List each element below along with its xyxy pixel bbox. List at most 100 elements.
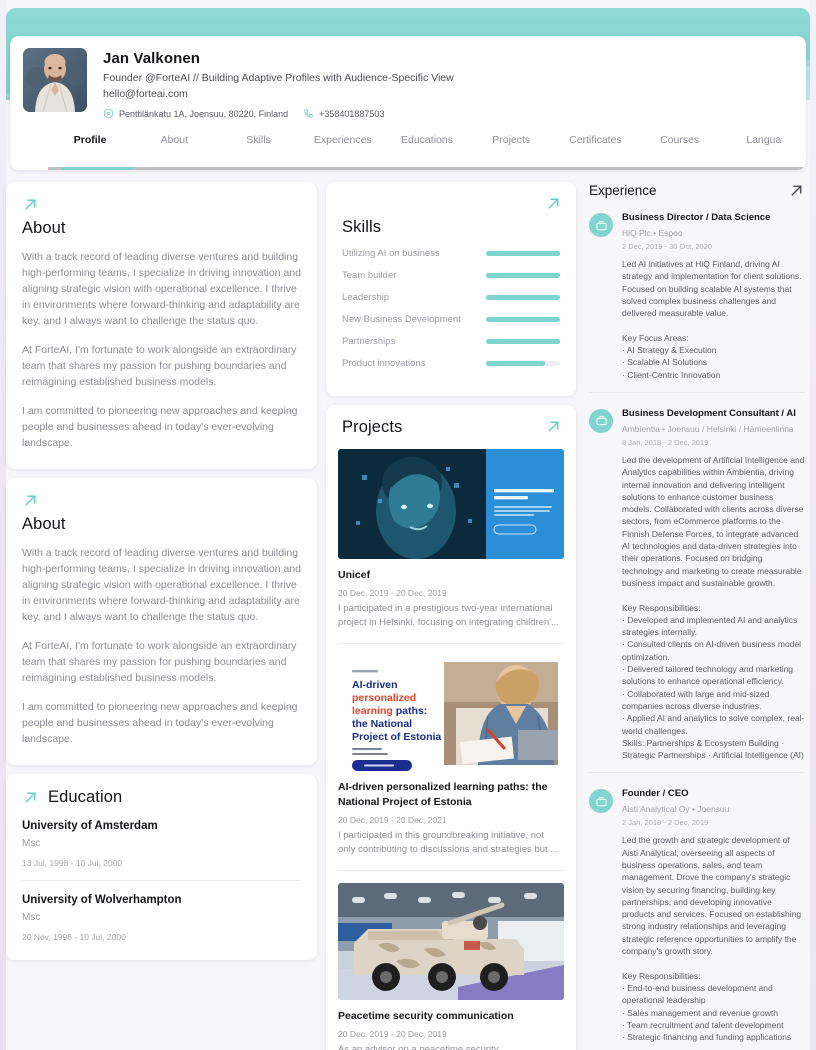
divider: [589, 772, 805, 774]
about-paragraph: At ForteAI, I'm fortunate to work alongs…: [22, 640, 297, 684]
education-degree: Msc: [22, 838, 41, 849]
tab-certificates[interactable]: Certificates: [553, 134, 637, 155]
divider: [589, 391, 805, 393]
project-title: Unicef: [338, 569, 371, 581]
experience-item[interactable]: Business Development Consultant / AI Ambi…: [585, 403, 807, 761]
tab-langua[interactable]: Langua: [722, 134, 806, 155]
skill-level-bar: [486, 361, 560, 366]
skill-level-fill: [486, 251, 560, 256]
skill-name: Utilizing AI on business: [342, 248, 440, 259]
education-date: 20 Nov, 1996 - 10 Jul, 2000: [22, 932, 126, 942]
education-degree: Msc: [22, 912, 41, 923]
profile-header-card: Jan Valkonen Founder @ForteAI // Buildin…: [10, 36, 806, 170]
briefcase-icon: [589, 408, 613, 433]
skill-name: Team builder: [342, 270, 397, 281]
svg-text:the National: the National: [352, 718, 412, 730]
about-paragraph: I am committed to pioneering new approac…: [22, 701, 298, 745]
skill-level-fill: [486, 339, 560, 344]
skill-level-fill: [486, 361, 546, 366]
project-date: 20 Dec, 2019 - 20 Dec, 2019: [338, 588, 447, 598]
skill-level-bar: [486, 339, 560, 344]
about-paragraph: With a track record of leading diverse v…: [22, 251, 301, 327]
experience-scroll-area[interactable]: Experience Business Director / Data Scie…: [585, 182, 807, 1044]
skill-level-bar: [486, 317, 560, 322]
experience-date: 8 Jan, 2018 - 2 Dec, 2019: [622, 437, 709, 447]
svg-text:Project of Estonia: Project of Estonia: [352, 731, 441, 743]
project-item[interactable]: AI-driven personalized learning paths: t…: [338, 656, 564, 857]
projects-title: Projects: [342, 418, 403, 436]
skill-name: Leadership: [342, 292, 390, 303]
skill-name: Partnerships: [342, 336, 396, 347]
arrow-up-right-icon[interactable]: [788, 182, 805, 199]
arrow-up-right-icon[interactable]: [22, 789, 39, 806]
arrow-up-right-icon[interactable]: [22, 492, 39, 509]
experience-item[interactable]: Business Director / Data Science HiQ Plc …: [585, 207, 807, 381]
column-right: Experience Business Director / Data Scie…: [585, 182, 807, 1050]
active-tab-indicator: [62, 167, 133, 170]
tab-about[interactable]: About: [132, 134, 216, 155]
skills-list: Utilizing AI on business Team builder Lead…: [342, 248, 560, 369]
skill-level-bar: [486, 295, 560, 300]
column-left: About With a track record of leading div…: [6, 182, 317, 1050]
project-title: Peacetime security communication: [338, 1010, 514, 1022]
skill-level-bar: [486, 273, 560, 278]
about-paragraph: I am committed to pioneering new approac…: [22, 405, 298, 449]
project-description: I participated in a prestigious two-year…: [338, 603, 559, 628]
project-item[interactable]: Peacetime security communication 20 Dec,…: [338, 883, 564, 1050]
projects-card: Projects Unicef 20 Dec, 2019 - 20 Dec, 2…: [326, 405, 576, 1050]
briefcase-icon: [589, 789, 613, 814]
experience-date: 2 Jan, 2018 - 2 Dec, 2019: [622, 818, 709, 828]
about-paragraph: With a track record of leading diverse v…: [22, 547, 301, 623]
armored-vehicle-expo-photo: [338, 883, 564, 1000]
tab-experiences[interactable]: Experiences: [301, 134, 385, 155]
svg-text:learning paths:: learning paths:: [352, 705, 427, 717]
profile-location: Penttilänkatu 1A, Joensuu, 80220, Finlan…: [119, 108, 289, 119]
arrow-up-right-icon[interactable]: [22, 196, 39, 213]
experience-org: HiQ Plc • Espoo: [622, 228, 683, 238]
education-school: University of Amsterdam: [22, 820, 158, 832]
svg-text:personalized: personalized: [352, 692, 416, 704]
phone-icon: [303, 108, 314, 119]
project-description: I participated in this groundbreaking in…: [338, 830, 559, 855]
profile-email[interactable]: hello@forteai.com: [103, 88, 454, 100]
unicef-policy-guidance-cover: [338, 449, 564, 559]
experience-date: 2 Dec, 2019 - 30 Oct, 2020: [622, 242, 713, 251]
project-item[interactable]: Unicef 20 Dec, 2019 - 20 Dec, 2019 I par…: [338, 449, 564, 630]
skill-row: Utilizing AI on business: [342, 248, 560, 259]
tab-profile[interactable]: Profile: [48, 134, 132, 155]
project-description: As an advisor on a peacetime security co…: [338, 1044, 499, 1050]
skill-level-fill: [486, 317, 560, 322]
profile-phone: +358401887503: [319, 108, 385, 119]
about-title: About: [22, 515, 66, 533]
skill-name: New Business Development: [342, 314, 461, 325]
experience-org: Ambientia • Joensuu / Helsinki / Hämeenl…: [622, 423, 794, 434]
about-card: About With a track record of leading div…: [6, 182, 317, 469]
arrow-up-right-icon[interactable]: [545, 195, 562, 212]
education-date: 13 Jul, 1998 - 10 Jul, 2000: [22, 858, 123, 868]
project-date: 20 Dec, 2019 - 20 Dec, 2021: [338, 815, 447, 825]
tab-skills[interactable]: Skills: [216, 134, 300, 155]
experience-item[interactable]: Founder / CEO Aisti Analytical Oy • Joens…: [585, 783, 807, 1044]
tab-projects[interactable]: Projects: [469, 134, 553, 155]
experience-title: Experience: [589, 183, 657, 198]
divider: [338, 643, 564, 644]
experience-role: Business Development Consultant / AI: [622, 407, 796, 419]
education-title: Education: [48, 788, 123, 806]
profile-tabs: Profile About Skills Experiences Educations P…: [10, 134, 806, 170]
tab-educations[interactable]: Educations: [385, 134, 469, 155]
skills-title: Skills: [342, 218, 382, 236]
tab-courses[interactable]: Courses: [638, 134, 722, 155]
experience-role: Business Director / Data Science: [622, 212, 771, 223]
experience-description: Led AI initiatives at HiQ Finland, drivi…: [622, 259, 802, 380]
avatar[interactable]: [23, 48, 87, 112]
profile-page: Jan Valkonen Founder @ForteAI // Buildin…: [0, 0, 816, 1050]
location-pin-icon: [103, 108, 114, 119]
arrow-up-right-icon[interactable]: [545, 418, 562, 435]
skill-row: Product innovations: [342, 358, 560, 369]
divider: [338, 870, 564, 871]
skill-level-fill: [486, 295, 560, 300]
education-card: Education University of Amsterdam Msc 13…: [6, 774, 317, 960]
education-item: University of Amsterdam Msc 13 Jul, 1998…: [22, 820, 301, 868]
page-title: Jan Valkonen: [103, 50, 201, 67]
skills-card: Skills Utilizing AI on business Team buil…: [326, 182, 576, 396]
